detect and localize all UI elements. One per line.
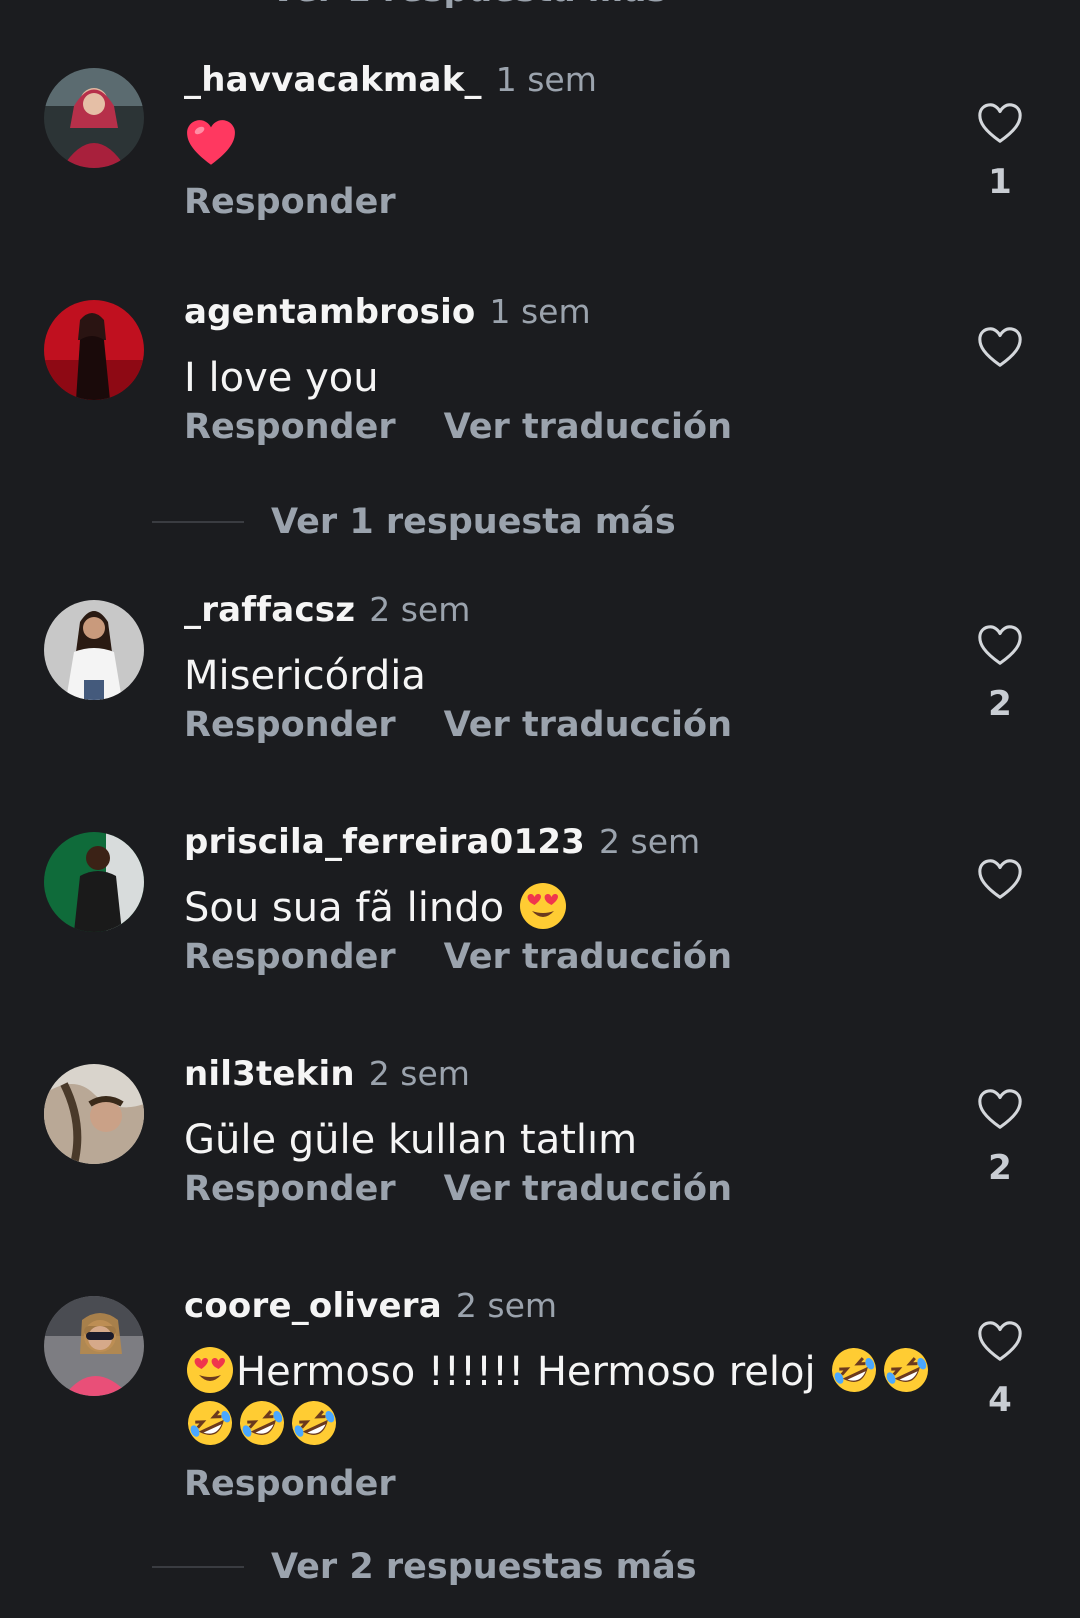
like-count: 2 xyxy=(988,1148,1012,1188)
translate-button[interactable]: Ver traducción xyxy=(444,937,732,977)
like-control xyxy=(975,324,1025,372)
more-replies-link[interactable]: Ver 2 respuestas más xyxy=(271,1547,697,1587)
comment-text-body: Hermoso !!!!!! Hermoso reloj xyxy=(236,1349,816,1395)
heart-eyes-icon xyxy=(185,1345,235,1395)
username[interactable]: priscila_ferreira0123 xyxy=(184,822,585,862)
rofl-icon xyxy=(185,1398,235,1448)
timestamp: 2 sem xyxy=(369,590,471,629)
avatar[interactable] xyxy=(44,68,144,168)
reply-button[interactable]: Responder xyxy=(184,1169,396,1209)
translate-button[interactable]: Ver traducción xyxy=(444,407,732,447)
rofl-icon xyxy=(829,1345,879,1395)
comment-header: agentambrosio 1 sem xyxy=(184,292,591,340)
comment-text: Misericórdia xyxy=(184,653,426,699)
heart-outline-icon[interactable] xyxy=(976,856,1024,904)
like-control: 4 xyxy=(975,1318,1025,1420)
comment-actions: Responder Ver traducción xyxy=(184,937,780,977)
reply-button[interactable]: Responder xyxy=(184,407,396,447)
avatar[interactable] xyxy=(44,1064,144,1164)
rofl-icon xyxy=(237,1398,287,1448)
like-count: 4 xyxy=(988,1380,1012,1420)
comment-text xyxy=(184,120,238,174)
divider-line xyxy=(152,521,244,523)
more-replies-link-top[interactable]: Ver 1 respuesta más xyxy=(270,0,667,10)
timestamp: 2 sem xyxy=(599,822,701,861)
like-control: 2 xyxy=(975,622,1025,724)
rofl-icon xyxy=(289,1398,339,1448)
reply-button[interactable]: Responder xyxy=(184,1464,396,1504)
comment-header: coore_olivera 2 sem xyxy=(184,1286,557,1334)
more-replies-link[interactable]: Ver 1 respuesta más xyxy=(271,502,676,542)
username[interactable]: agentambrosio xyxy=(184,292,475,332)
like-count: 2 xyxy=(988,684,1012,724)
comment-actions: Responder Ver traducción xyxy=(184,1169,780,1209)
comment-text: Sou sua fã lindo xyxy=(184,882,569,935)
more-replies-row[interactable]: Ver 1 respuesta más xyxy=(152,502,676,542)
red-heart-icon xyxy=(185,118,237,170)
like-control: 2 xyxy=(975,1086,1025,1188)
comment-actions: Responder xyxy=(184,182,444,222)
comment-header: priscila_ferreira0123 2 sem xyxy=(184,822,700,870)
comment-actions: Responder Ver traducción xyxy=(184,407,780,447)
comment-header: nil3tekin 2 sem xyxy=(184,1054,470,1102)
like-control: 1 xyxy=(975,100,1025,202)
username[interactable]: _raffacsz xyxy=(184,590,355,630)
comment-text: Güle güle kullan tatlım xyxy=(184,1117,638,1163)
avatar[interactable] xyxy=(44,1296,144,1396)
avatar[interactable] xyxy=(44,300,144,400)
heart-eyes-icon xyxy=(518,881,568,931)
avatar[interactable] xyxy=(44,600,144,700)
username[interactable]: coore_olivera xyxy=(184,1286,442,1326)
reply-button[interactable]: Responder xyxy=(184,705,396,745)
rofl-icon xyxy=(881,1345,931,1395)
heart-outline-icon[interactable] xyxy=(976,1318,1024,1366)
reply-button[interactable]: Responder xyxy=(184,182,396,222)
heart-outline-icon[interactable] xyxy=(976,1086,1024,1134)
timestamp: 2 sem xyxy=(368,1054,470,1093)
like-count: 1 xyxy=(988,162,1012,202)
heart-outline-icon[interactable] xyxy=(976,324,1024,372)
timestamp: 2 sem xyxy=(455,1286,558,1325)
translate-button[interactable]: Ver traducción xyxy=(444,1169,732,1209)
comment-header: _havvacakmak_ 1 sem xyxy=(184,60,597,108)
divider-line xyxy=(152,1566,244,1568)
translate-button[interactable]: Ver traducción xyxy=(444,705,732,745)
comment-actions: Responder Ver traducción xyxy=(184,705,780,745)
more-replies-row[interactable]: Ver 2 respuestas más xyxy=(152,1547,697,1587)
comment-text-body: Sou sua fã lindo xyxy=(184,885,505,931)
heart-outline-icon[interactable] xyxy=(976,622,1024,670)
timestamp: 1 sem xyxy=(495,60,597,99)
comment-text: Hermoso !!!!!! Hermoso reloj xyxy=(184,1346,944,1452)
heart-outline-icon[interactable] xyxy=(976,100,1024,148)
like-control xyxy=(975,856,1025,904)
reply-button[interactable]: Responder xyxy=(184,937,396,977)
username[interactable]: _havvacakmak_ xyxy=(184,60,482,100)
timestamp: 1 sem xyxy=(489,292,591,331)
username[interactable]: nil3tekin xyxy=(184,1054,355,1094)
comment-text: I love you xyxy=(184,355,379,401)
comment-actions: Responder xyxy=(184,1464,444,1504)
avatar[interactable] xyxy=(44,832,144,932)
comment-header: _raffacsz 2 sem xyxy=(184,590,470,638)
